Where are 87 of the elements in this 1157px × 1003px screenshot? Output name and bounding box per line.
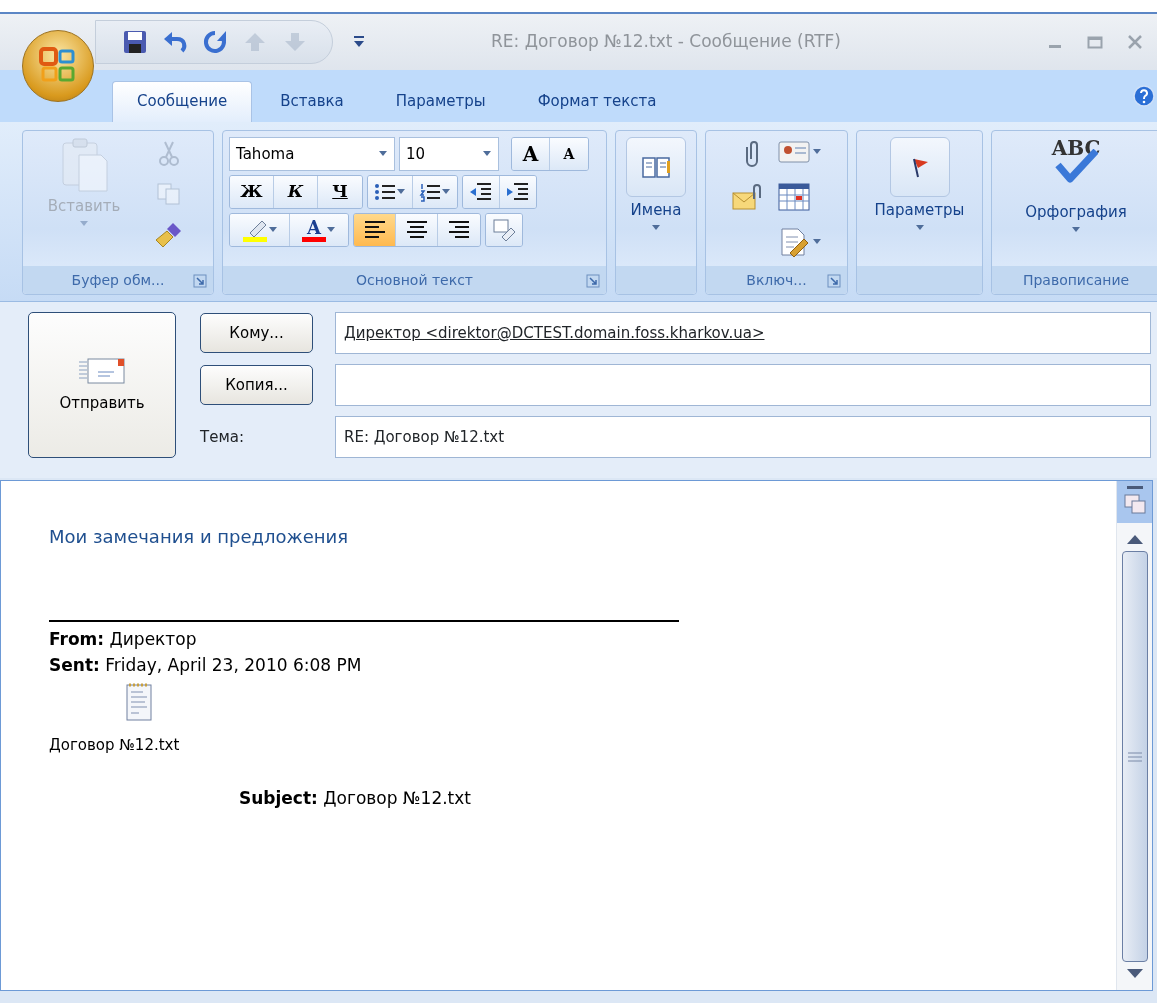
shrink-font-button[interactable]: A	[550, 138, 588, 170]
scrollbar[interactable]	[1116, 481, 1152, 990]
ribbon-tab[interactable]: Формат текста	[513, 81, 681, 122]
scroll-down-icon[interactable]	[1125, 968, 1144, 980]
caret-icon	[1071, 225, 1081, 234]
business-card-button[interactable]	[777, 139, 822, 165]
dialog-launcher-icon[interactable]	[827, 274, 841, 288]
caret-icon	[651, 223, 661, 232]
caret-icon	[267, 226, 278, 234]
recipient-field[interactable]: Директор <direktor@DCTEST.domain.foss.kharkov.ua>	[335, 312, 1151, 354]
bold-button[interactable]: Ж	[230, 176, 274, 208]
options-button[interactable]: Параметры	[874, 137, 965, 232]
scroll-up-icon[interactable]	[1125, 533, 1144, 545]
numbering-button[interactable]	[413, 176, 457, 208]
font-color-button[interactable]: A	[290, 214, 348, 246]
maximize-icon[interactable]	[1087, 34, 1103, 50]
decrease-indent-icon	[469, 182, 493, 202]
caret-icon	[482, 150, 492, 158]
recipient-link[interactable]: Директор <direktor@DCTEST.domain.foss.kharkov.ua>	[344, 321, 765, 345]
ribbon-tab[interactable]: Вставка	[256, 81, 368, 122]
caret-icon	[79, 219, 89, 228]
subject-line: Subject: Договор №12.txt	[239, 786, 473, 810]
clipboard-icon	[59, 137, 109, 193]
group-label: Основной текст	[356, 270, 473, 290]
align-left-icon	[363, 220, 386, 240]
clear-formatting-button[interactable]	[486, 214, 522, 246]
help-icon[interactable]	[1133, 85, 1155, 107]
font-size-dropdown[interactable]: 10	[399, 137, 499, 171]
undo-icon[interactable]	[162, 29, 188, 55]
caret-icon	[914, 223, 925, 232]
eraser-icon	[492, 219, 516, 241]
italic-button[interactable]: К	[274, 176, 318, 208]
group-label: Правописание	[1022, 270, 1130, 290]
grow-font-button[interactable]: A	[512, 138, 550, 170]
envelope-icon	[78, 355, 126, 386]
caret-icon	[811, 148, 822, 156]
cc-button[interactable]: Копия...	[200, 365, 313, 405]
ribbon-tab[interactable]: Сообщение	[112, 80, 253, 122]
send-button[interactable]: Отправить	[28, 312, 176, 458]
align-left-button[interactable]	[354, 214, 396, 246]
subject-field[interactable]: RE: Договор №12.txt	[335, 416, 1151, 458]
highlight-button[interactable]	[230, 214, 290, 246]
window-title: RE: Договор №12.txt - Сообщение (RTF)	[490, 30, 842, 54]
increase-indent-icon	[506, 182, 530, 202]
save-icon[interactable]	[122, 29, 148, 55]
group-label: Буфер обм...	[71, 270, 165, 290]
calendar-icon[interactable]	[777, 181, 810, 211]
dialog-launcher-icon[interactable]	[586, 274, 600, 288]
redo-icon[interactable]	[202, 29, 228, 55]
text-file-icon[interactable]	[125, 682, 153, 722]
decrease-indent-button[interactable]	[463, 176, 500, 208]
ribbon-tab[interactable]: Параметры	[371, 81, 510, 122]
sent-line: Sent: Friday, April 23, 2010 6:08 PM	[49, 654, 363, 677]
customize-caret-icon[interactable]	[353, 35, 365, 49]
align-center-icon	[405, 220, 428, 240]
scroll-thumb[interactable]	[1121, 551, 1148, 962]
to-button[interactable]: Кому...	[200, 313, 313, 353]
increase-indent-button[interactable]	[500, 176, 536, 208]
caret-icon	[441, 188, 451, 196]
envelope-clip-icon[interactable]	[731, 183, 762, 211]
subject-label: Тема:	[200, 426, 245, 448]
spelling-button[interactable]: ABC Орфография	[1025, 137, 1127, 234]
highlighter-icon	[241, 218, 268, 242]
align-right-icon	[448, 220, 470, 240]
align-right-button[interactable]	[438, 214, 480, 246]
underline-button[interactable]: Ч	[318, 176, 362, 208]
book-icon	[641, 155, 671, 179]
greeting-text: Мои замечания и предложения	[49, 525, 350, 549]
attachment-name[interactable]: Договор №12.txt	[49, 734, 180, 757]
bullets-icon	[374, 182, 396, 202]
caret-icon	[396, 188, 406, 196]
cc-field[interactable]	[335, 364, 1151, 406]
from-line: From: Директор	[49, 628, 198, 651]
brush-icon[interactable]	[155, 221, 183, 249]
close-icon[interactable]	[1127, 34, 1143, 50]
center-button[interactable]	[396, 214, 438, 246]
numbering-icon	[419, 182, 441, 202]
font-dropdown[interactable]: Tahoma	[229, 137, 395, 171]
caret-icon	[378, 150, 388, 158]
card-icon	[777, 139, 810, 165]
group-label: Включ...	[746, 270, 807, 290]
bullets-button[interactable]	[368, 176, 413, 208]
caret-icon	[326, 226, 336, 234]
caret-icon	[811, 238, 822, 246]
dialog-launcher-icon[interactable]	[193, 274, 207, 288]
grip-icon	[1127, 751, 1142, 762]
font-color-bar	[302, 236, 326, 242]
